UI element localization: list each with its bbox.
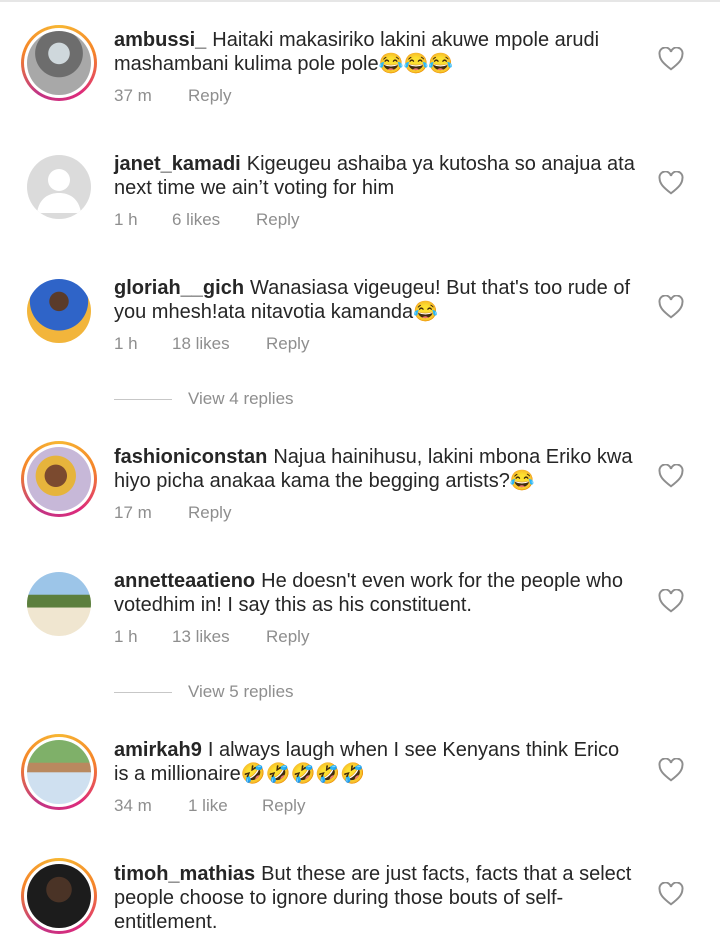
comment-username[interactable]: janet_kamadi bbox=[114, 153, 241, 175]
avatar[interactable] bbox=[21, 441, 97, 517]
comment-meta: 1 h 13 likes Reply bbox=[114, 627, 309, 647]
avatar[interactable] bbox=[21, 273, 97, 349]
reply-button[interactable]: Reply bbox=[266, 334, 309, 354]
heart-outline-icon[interactable] bbox=[658, 171, 684, 195]
heart-outline-icon[interactable] bbox=[658, 295, 684, 319]
comment-meta: 37 m Reply bbox=[114, 86, 231, 106]
comment-text-block: fashioniconstan Najua hainihusu, lakini m… bbox=[114, 445, 639, 493]
top-divider bbox=[0, 0, 720, 2]
comment-username[interactable]: fashioniconstan bbox=[114, 446, 267, 468]
heart-outline-icon[interactable] bbox=[658, 758, 684, 782]
comment-username[interactable]: amirkah9 bbox=[114, 739, 202, 761]
comment-time: 1 h bbox=[114, 334, 138, 353]
avatar[interactable] bbox=[21, 566, 97, 642]
comment-time: 17 m bbox=[114, 503, 152, 522]
comment-likes[interactable]: 13 likes bbox=[172, 627, 266, 647]
comment-meta: 1 h 6 likes Reply bbox=[114, 210, 299, 230]
reply-button[interactable]: Reply bbox=[256, 210, 299, 230]
comment-time: 37 m bbox=[114, 86, 152, 105]
comment-text-block: ambussi_ Haitaki makasiriko lakini akuwe … bbox=[114, 28, 639, 76]
reply-button[interactable]: Reply bbox=[188, 503, 231, 523]
view-replies-label[interactable]: View 4 replies bbox=[188, 389, 294, 408]
heart-outline-icon[interactable] bbox=[658, 464, 684, 488]
heart-outline-icon[interactable] bbox=[658, 47, 684, 71]
comment-likes[interactable]: 1 like bbox=[188, 796, 262, 816]
comment-username[interactable]: ambussi_ bbox=[114, 29, 206, 51]
comment-text-block: gloriah__gich Wanasiasa vigeugeu! But tha… bbox=[114, 276, 639, 324]
view-replies-button[interactable]: View 4 replies bbox=[114, 389, 294, 409]
comment-text-block: timoh_mathias But these are just facts, f… bbox=[114, 862, 639, 934]
reply-button[interactable]: Reply bbox=[188, 86, 231, 106]
comment-time: 34 m bbox=[114, 796, 152, 815]
avatar[interactable] bbox=[21, 858, 97, 934]
replies-divider bbox=[114, 691, 172, 694]
view-replies-button[interactable]: View 5 replies bbox=[114, 682, 294, 702]
comment-time: 1 h bbox=[114, 210, 138, 229]
heart-outline-icon[interactable] bbox=[658, 589, 684, 613]
comment-text-block: janet_kamadi Kigeugeu ashaiba ya kutosha … bbox=[114, 152, 639, 200]
comment-text-block: amirkah9 I always laugh when I see Kenyan… bbox=[114, 738, 639, 786]
comment-username[interactable]: gloriah__gich bbox=[114, 277, 244, 299]
comment-meta: 17 m Reply bbox=[114, 503, 231, 523]
comment-text-block: annetteaatieno He doesn't even work for t… bbox=[114, 569, 639, 617]
replies-divider bbox=[114, 398, 172, 401]
comment-meta: 34 m 1 like Reply bbox=[114, 796, 305, 816]
avatar[interactable] bbox=[21, 25, 97, 101]
comment-meta: 1 h 18 likes Reply bbox=[114, 334, 309, 354]
view-replies-label[interactable]: View 5 replies bbox=[188, 682, 294, 701]
reply-button[interactable]: Reply bbox=[262, 796, 305, 816]
default-avatar-icon bbox=[27, 155, 91, 219]
comment-likes[interactable]: 18 likes bbox=[172, 334, 266, 354]
comment-likes[interactable]: 6 likes bbox=[172, 210, 256, 230]
avatar[interactable] bbox=[21, 734, 97, 810]
comment-time: 1 h bbox=[114, 627, 138, 646]
reply-button[interactable]: Reply bbox=[266, 627, 309, 647]
heart-outline-icon[interactable] bbox=[658, 882, 684, 906]
comment-username[interactable]: annetteaatieno bbox=[114, 570, 255, 592]
comment-username[interactable]: timoh_mathias bbox=[114, 863, 255, 885]
avatar[interactable] bbox=[21, 149, 97, 225]
